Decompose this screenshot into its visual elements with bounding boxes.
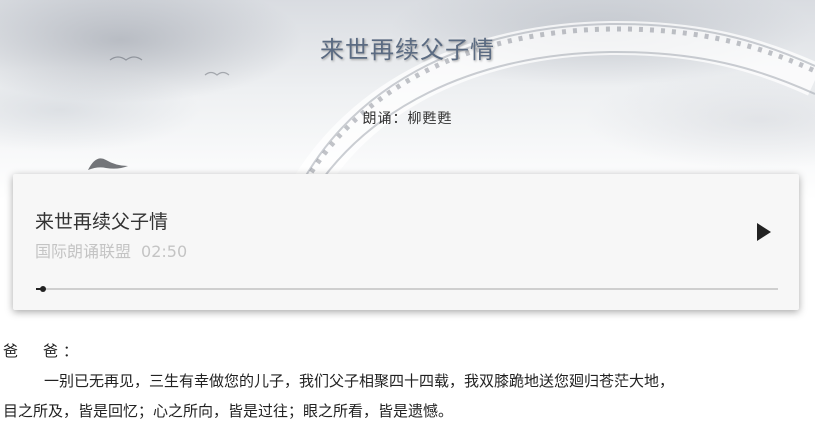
- letter-body: 爸 爸： 一别已无再见，三生有幸做您的儿子，我们父子相聚四十四载，我双膝跪地送您…: [0, 336, 815, 426]
- page-title: 来世再续父子情: [320, 36, 495, 64]
- letter-paragraph-line: 一别已无再见，三生有幸做您的儿子，我们父子相聚四十四载，我双膝跪地送您廻归苍茫大…: [44, 372, 675, 390]
- letter-salutation: 爸 爸：: [3, 342, 84, 360]
- reader-label: 朗诵：柳甦甦: [362, 111, 453, 127]
- track-artist: 国际朗诵联盟: [35, 242, 132, 261]
- play-button[interactable]: [751, 220, 775, 244]
- progress-bar[interactable]: [36, 286, 778, 292]
- play-icon: [757, 223, 771, 241]
- track-duration: 02:50: [141, 242, 188, 261]
- page: 来世再续父子情 朗诵：柳甦甦 来世再续父子情 国际朗诵联盟 02:50 爸 爸： …: [0, 0, 815, 446]
- track-title: 来世再续父子情: [35, 211, 169, 233]
- letter-paragraph-line: 目之所及，皆是回忆；心之所向，皆是过往；眼之所看，皆是遗憾。: [3, 402, 454, 420]
- audio-player: 来世再续父子情 国际朗诵联盟 02:50: [13, 174, 799, 310]
- progress-handle[interactable]: [40, 286, 47, 292]
- track-meta: 国际朗诵联盟 02:50: [35, 238, 187, 262]
